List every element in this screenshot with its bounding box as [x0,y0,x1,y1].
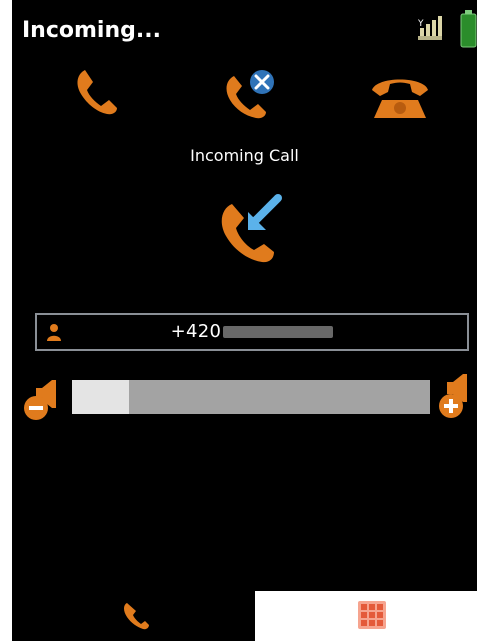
keypad-icon [358,601,386,629]
screen-title: Incoming... [22,18,161,43]
hang-up-button[interactable] [360,60,440,124]
volume-slider[interactable] [72,380,430,414]
phone-icon [124,603,149,630]
phone-icon [77,70,117,115]
caller-number-field: +420 [35,313,469,351]
svg-text:Y: Y [417,19,424,29]
volume-down-button[interactable] [22,374,66,422]
tab-call[interactable] [12,591,255,641]
caller-number: +420 [37,321,467,342]
reject-call-button[interactable] [208,60,288,124]
volume-control [12,368,477,428]
call-screen: Incoming... Y Incoming Call +420 [12,0,477,641]
volume-up-icon [439,374,467,418]
hang-up-phone-icon [372,79,428,118]
incoming-call-icon [221,194,282,263]
phone-cancel-icon [226,70,274,119]
tab-keypad[interactable] [255,591,477,641]
caller-number-text: +420 [170,321,222,342]
redacted-number [223,326,334,338]
volume-down-icon [24,380,56,420]
call-status-label: Incoming Call [190,146,299,165]
volume-up-button[interactable] [435,368,477,420]
volume-level-fill [72,380,130,414]
answer-call-button[interactable] [57,60,137,124]
signal-icon: Y [417,16,442,40]
battery-icon [460,10,477,48]
